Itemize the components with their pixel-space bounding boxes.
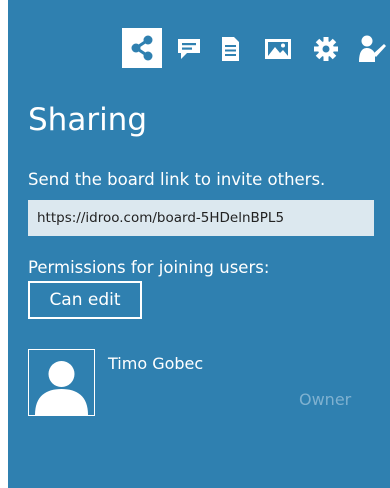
user-name: Timo Gobec bbox=[108, 354, 204, 373]
board-link-input[interactable] bbox=[28, 200, 374, 236]
page-title: Sharing bbox=[28, 102, 148, 138]
chat-icon[interactable] bbox=[176, 37, 202, 61]
permissions-label: Permissions for joining users: bbox=[28, 258, 270, 277]
document-icon[interactable] bbox=[219, 36, 241, 62]
user-role: Owner bbox=[299, 390, 352, 409]
toolbar bbox=[8, 0, 390, 80]
share-icon[interactable] bbox=[127, 33, 157, 63]
image-icon[interactable] bbox=[264, 37, 292, 61]
gear-icon[interactable] bbox=[313, 36, 339, 62]
avatar bbox=[28, 349, 95, 416]
invite-instruction: Send the board link to invite others. bbox=[28, 170, 326, 189]
user-icon[interactable] bbox=[358, 34, 386, 64]
sharing-panel: Sharing Send the board link to invite ot… bbox=[8, 0, 390, 488]
permission-button[interactable]: Can edit bbox=[28, 281, 142, 319]
